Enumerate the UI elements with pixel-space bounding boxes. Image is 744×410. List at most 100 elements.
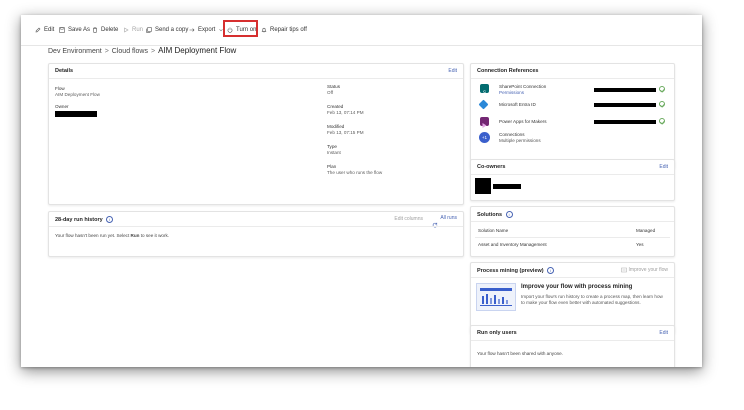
breadcrumb: Dev Environment > Cloud flows > AIM Deployme…: [48, 46, 236, 55]
breadcrumb-separator: >: [150, 48, 156, 55]
edit-button[interactable]: Edit: [35, 25, 54, 35]
process-mining-heading: Improve your flow with process mining: [521, 284, 633, 290]
power-icon: [227, 27, 233, 33]
run-only-users-message: Your flow hasn't been shared with anyone…: [477, 351, 564, 356]
improve-flow-link[interactable]: Improve your flow: [620, 267, 668, 273]
run-only-users-title: Run only users: [477, 330, 517, 336]
process-mining-title: Process mining (preview) i: [477, 267, 555, 274]
all-runs-label: All runs: [440, 215, 457, 221]
connections-subtext: Multiple permissions: [499, 138, 541, 143]
sharepoint-permissions-link[interactable]: Permissions: [499, 90, 524, 95]
plan-label: Plan: [327, 164, 337, 169]
export-label: Export: [198, 27, 216, 33]
sharepoint-connection-name[interactable]: SharePoint Connection: [499, 84, 546, 89]
repair-tips-label: Repair tips off: [270, 27, 307, 33]
run-history-card: 28-day run history i Edit columns All ru…: [48, 211, 464, 257]
modified-value: Feb 13, 07:15 PM: [327, 130, 364, 135]
solution-name-header: Solution Name: [478, 228, 509, 233]
save-as-label: Save As: [68, 27, 91, 33]
process-mining-illustration: [476, 283, 516, 311]
process-map-icon: [620, 267, 627, 273]
export-arrow-icon: [189, 27, 195, 33]
send-copy-label: Send a copy: [155, 27, 189, 33]
turn-on-button[interactable]: Turn on: [227, 25, 256, 35]
info-icon[interactable]: i: [547, 267, 555, 274]
entra-connection-name[interactable]: Microsoft Entra ID: [499, 102, 536, 107]
save-icon: [59, 27, 65, 33]
copy-icon: [146, 27, 152, 33]
svg-text:S: S: [483, 90, 487, 96]
details-edit-link[interactable]: Edit: [448, 68, 457, 74]
solutions-card: Solutions i Solution Name Managed Asset …: [470, 206, 675, 257]
improve-flow-label: Improve your flow: [628, 267, 668, 273]
check-circle-icon: [659, 118, 665, 124]
status-value: Off: [327, 90, 334, 95]
solution-row-name[interactable]: Asset and Inventory Management: [478, 242, 547, 247]
all-runs-button[interactable]: All runs: [432, 215, 457, 228]
flow-label: Flow: [55, 86, 65, 91]
co-owner-name-redacted: [493, 184, 521, 189]
play-icon: [123, 27, 129, 33]
powerapps-icon: [480, 117, 489, 128]
card-divider: [471, 340, 674, 341]
solutions-title-text: Solutions: [477, 211, 503, 218]
details-title: Details: [55, 68, 74, 74]
card-divider: [471, 78, 674, 79]
edit-label: Edit: [44, 27, 55, 33]
message-text: to see it work.: [139, 233, 170, 238]
connections-name[interactable]: Connections: [499, 132, 525, 137]
trash-icon: [92, 27, 98, 33]
avatar: [475, 178, 491, 194]
powerapps-connection-name[interactable]: Power Apps for Makers: [499, 119, 547, 124]
turn-on-label: Turn on: [236, 27, 257, 33]
status-label: Status: [327, 84, 341, 89]
card-divider: [49, 78, 463, 79]
created-value: Feb 13, 07:14 PM: [327, 110, 364, 115]
co-owners-edit-link[interactable]: Edit: [659, 164, 668, 170]
process-mining-title-text: Process mining (preview): [477, 267, 544, 274]
breadcrumb-separator: >: [104, 48, 109, 55]
entra-icon: [478, 99, 489, 110]
details-card: Details Edit Flow AIM Deployment Flow Ow…: [48, 63, 464, 205]
connection-references-card: Connection References S SharePoint Conne…: [470, 63, 675, 169]
card-divider: [471, 277, 674, 278]
flow-value: AIM Deployment Flow: [55, 92, 100, 97]
info-icon[interactable]: i: [106, 216, 114, 223]
repair-tips-button[interactable]: Repair tips off: [261, 25, 307, 35]
info-icon[interactable]: i: [505, 211, 513, 218]
edit-columns-button[interactable]: Edit columns: [394, 216, 423, 222]
run-only-users-edit-link[interactable]: Edit: [659, 330, 668, 336]
card-divider: [471, 174, 674, 175]
run-button[interactable]: Run: [123, 25, 143, 35]
message-text: Your flow hasn't been run yet. Select: [55, 233, 131, 238]
breadcrumb-cloud-flows[interactable]: Cloud flows: [112, 48, 148, 55]
card-divider: [49, 226, 463, 227]
process-mining-body: Import your flow's run history to create…: [521, 294, 663, 305]
export-button[interactable]: Export: [189, 25, 224, 35]
save-as-button[interactable]: Save As: [59, 25, 90, 35]
co-owners-title: Co-owners: [477, 164, 506, 170]
process-mining-card: Process mining (preview) i Improve your …: [470, 262, 675, 334]
run-label: Run: [132, 27, 144, 33]
solutions-title: Solutions i: [477, 211, 513, 218]
send-copy-button[interactable]: Send a copy: [146, 25, 188, 35]
plus-one-icon: +1: [479, 132, 490, 143]
type-value: Instant: [327, 150, 341, 155]
breadcrumb-environment[interactable]: Dev Environment: [48, 48, 102, 55]
owner-redacted: [55, 111, 97, 117]
page-title: AIM Deployment Flow: [158, 46, 237, 55]
run-history-message: Your flow hasn't been run yet. Select Ru…: [55, 233, 169, 238]
solution-row-managed: Yes: [636, 242, 644, 247]
type-label: Type: [327, 144, 337, 149]
bell-icon: [261, 27, 267, 33]
run-only-users-card: Run only users Edit Your flow hasn't bee…: [470, 325, 675, 367]
connection-redacted: [594, 120, 656, 124]
owner-label: Owner: [55, 104, 69, 109]
delete-button[interactable]: Delete: [92, 25, 118, 35]
check-circle-icon: [659, 86, 665, 92]
created-label: Created: [327, 104, 344, 109]
run-history-title: 28-day run history i: [55, 216, 114, 223]
flow-details-window: Edit Save As Delete Run Send a copy Expo…: [21, 15, 702, 367]
refresh-icon: [432, 215, 438, 228]
table-divider: [475, 237, 670, 238]
